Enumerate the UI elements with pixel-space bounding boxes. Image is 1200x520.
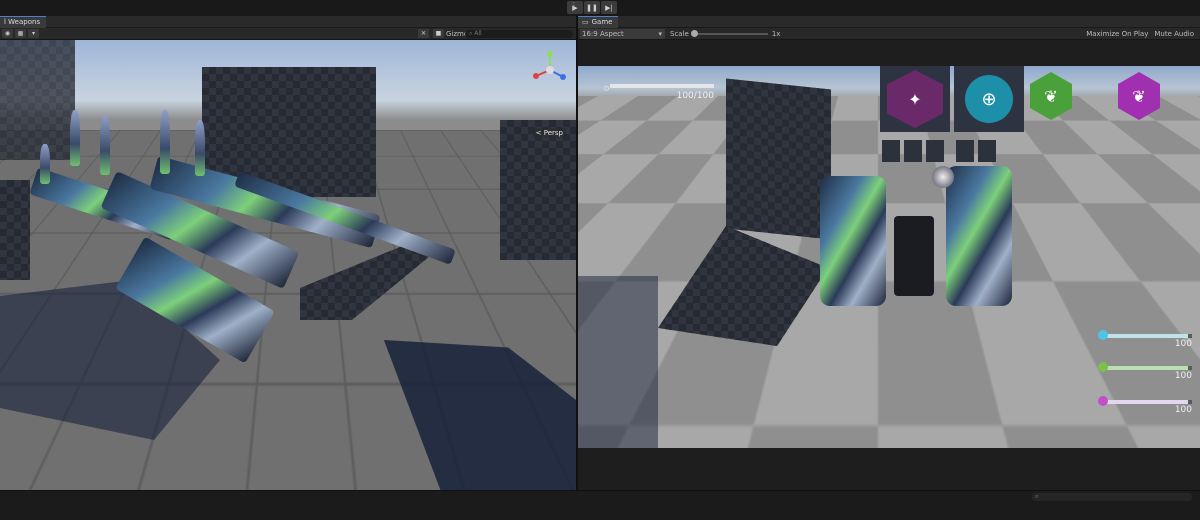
game-toolbar: 16:9 Aspect ▾ Scale 1x Maximize On Play … <box>578 28 1200 40</box>
pause-icon: ❚❚ <box>586 3 598 12</box>
ammo-value: 100 <box>1174 339 1192 349</box>
editor-toolbar: ▶ ❚❚ ▶| ⋮ <box>0 0 1200 16</box>
scene-toolbar: ◉ ▦ ▾ ✕ ■ Gizmos ▾ ⌕ All <box>0 28 576 40</box>
ammo-value: 100 <box>1174 371 1192 381</box>
ammo-track <box>1098 330 1192 340</box>
ability-slot-2[interactable]: ⊕ <box>954 66 1024 132</box>
chevron-down-icon: ▾ <box>658 29 662 38</box>
weapon-blade <box>40 144 50 184</box>
scene-tab[interactable]: l Weapons <box>0 15 47 28</box>
maximize-on-play-button[interactable]: Maximize On Play <box>1086 30 1148 38</box>
checker-wall <box>500 120 576 260</box>
tools-icon[interactable]: ✕ <box>418 29 429 38</box>
pause-button[interactable]: ❚❚ <box>584 1 600 14</box>
cast-shadow <box>578 276 658 448</box>
scene-tabbar: l Weapons <box>0 15 576 28</box>
checker-wall <box>0 40 75 160</box>
checker-wall <box>726 78 831 240</box>
weapon-blade <box>160 110 170 174</box>
purple-emblem-icon: ✦ <box>887 70 943 128</box>
orb-pickup <box>932 166 954 188</box>
ammo-fill <box>1104 400 1188 404</box>
scale-slider[interactable] <box>690 30 768 37</box>
search-placeholder: All <box>474 30 482 37</box>
game-frame: 100/100 ✦ ⊕ ❦ ❦ 100 100 100 <box>578 40 1200 490</box>
layout-icon[interactable]: ▦ <box>15 29 26 38</box>
game-tabbar: ▭ Game <box>578 15 1200 28</box>
persp-toggle[interactable]: < Persp <box>532 128 566 138</box>
game-viewport[interactable]: 100/100 ✦ ⊕ ❦ ❦ 100 100 100 <box>578 66 1200 448</box>
scene-pane: l Weapons ◉ ▦ ▾ ✕ ■ Gizmos ▾ ⌕ All <box>0 15 576 490</box>
kebab-menu-icon[interactable]: ⋮ <box>570 1 578 10</box>
ammo-bar-1: 100 <box>1092 330 1192 349</box>
scale-label: Scale <box>670 30 689 38</box>
ammo-track <box>1098 362 1192 372</box>
purple-gem-icon <box>1098 396 1108 406</box>
ability-slot-1[interactable]: ✦ <box>880 66 950 132</box>
cyan-target-icon: ⊕ <box>965 75 1013 123</box>
bottom-panel: ⌕ <box>0 490 1200 520</box>
ammo-value: 100 <box>1174 405 1192 415</box>
health-dot-icon <box>604 86 609 91</box>
draw-mode-icon[interactable]: ◉ <box>2 29 13 38</box>
scene-tab-label: l Weapons <box>4 18 41 26</box>
game-right-buttons: Maximize On Play Mute Audio <box>1086 28 1194 40</box>
health-text: 100/100 <box>676 91 714 101</box>
aspect-label: 16:9 Aspect <box>582 29 624 38</box>
ammo-bar-3: 100 <box>1092 396 1192 415</box>
aspect-dropdown[interactable]: 16:9 Aspect ▾ <box>580 28 665 39</box>
step-icon: ▶| <box>605 3 613 12</box>
orientation-gizmo-icon[interactable] <box>532 50 568 90</box>
slider-knob[interactable] <box>690 30 698 37</box>
mute-audio-button[interactable]: Mute Audio <box>1154 30 1194 38</box>
step-button[interactable]: ▶| <box>601 1 617 14</box>
weapon-blade <box>195 120 205 176</box>
camera-icon[interactable]: ■ <box>433 29 444 38</box>
game-tab-label: Game <box>591 18 613 26</box>
game-pane: ▭ Game 16:9 Aspect ▾ Scale 1x Maximize O… <box>578 15 1200 490</box>
inventory-slot[interactable] <box>904 140 922 162</box>
weapon-blade <box>70 110 80 166</box>
scene-search-input[interactable]: ⌕ All <box>465 30 573 38</box>
dropdown-icon[interactable]: ▾ <box>28 29 39 38</box>
console-search-input[interactable]: ⌕ <box>1032 493 1192 501</box>
weapon-model <box>946 166 1012 306</box>
ammo-fill <box>1104 334 1188 338</box>
scene-viewport[interactable]: < Persp <box>0 40 576 490</box>
health-bar: 100/100 <box>604 84 714 101</box>
gamepad-icon: ▭ <box>582 18 589 26</box>
game-tab[interactable]: ▭ Game <box>578 15 619 28</box>
weapon-model <box>820 176 886 306</box>
ammo-bar-2: 100 <box>1092 362 1192 381</box>
inventory-slot[interactable] <box>978 140 996 162</box>
checker-wall <box>0 180 30 280</box>
player-character <box>894 216 934 296</box>
health-track <box>610 84 714 88</box>
search-icon: ⌕ <box>1035 493 1039 500</box>
inventory-slot[interactable] <box>882 140 900 162</box>
scale-control: Scale 1x <box>670 28 780 40</box>
ammo-track <box>1098 396 1192 406</box>
ammo-fill <box>1104 366 1188 370</box>
health-fill <box>610 84 714 88</box>
weapon-blade <box>100 115 110 175</box>
crosshair-icon <box>1098 330 1108 340</box>
inventory-slot[interactable] <box>926 140 944 162</box>
scale-value: 1x <box>771 30 781 38</box>
green-gem-icon <box>1098 362 1108 372</box>
inventory-slot[interactable] <box>956 140 974 162</box>
